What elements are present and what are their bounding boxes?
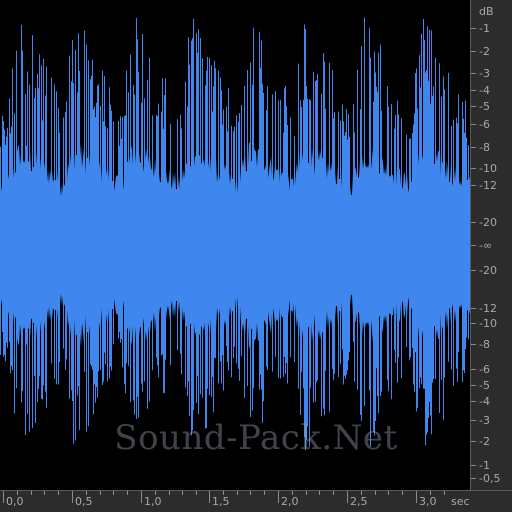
- db-center-label: -∞: [479, 239, 493, 252]
- db-label-bottom-0: -20: [479, 264, 497, 277]
- db-tick-bottom-5: [471, 385, 476, 386]
- time-minor-tick: [58, 491, 59, 495]
- time-tick-2: [141, 491, 142, 503]
- time-minor-tick: [250, 491, 251, 495]
- time-minor-tick: [237, 491, 238, 495]
- time-minor-tick: [169, 491, 170, 495]
- time-label-4: 2,0: [281, 495, 299, 508]
- time-tick-3: [209, 491, 210, 503]
- db-tick-bottom-1: [471, 308, 476, 309]
- time-minor-tick: [182, 491, 183, 495]
- time-minor-tick: [223, 491, 224, 495]
- db-tick-top-1: [471, 51, 476, 52]
- time-tick-4: [278, 491, 279, 503]
- waveform-panel[interactable]: [0, 0, 470, 490]
- time-minor-tick: [444, 491, 445, 495]
- time-minor-tick: [361, 491, 362, 495]
- time-minor-tick: [127, 491, 128, 495]
- time-label-2: 1,0: [144, 495, 162, 508]
- time-unit-label: sec: [451, 495, 470, 508]
- time-minor-tick: [100, 491, 101, 495]
- db-label-top-1: -2: [479, 45, 490, 58]
- db-label-top-2: -3: [479, 67, 490, 80]
- time-tick-6: [416, 491, 417, 503]
- db-label-bottom-7: -3: [479, 414, 490, 427]
- db-tick-top-4: [471, 106, 476, 107]
- db-label-bottom-6: -4: [479, 395, 490, 408]
- db-label-top-5: -6: [479, 118, 490, 131]
- time-minor-tick: [333, 491, 334, 495]
- db-tick-top-8: [471, 185, 476, 186]
- time-minor-tick: [306, 491, 307, 495]
- db-label-top-9: -20: [479, 216, 497, 229]
- db-label-top-0: -1: [479, 22, 490, 35]
- time-label-6: 3,0: [419, 495, 437, 508]
- db-tick-bottom-0: [471, 270, 476, 271]
- time-label-5: 2,5: [350, 495, 368, 508]
- db-tick-top-2: [471, 73, 476, 74]
- db-label-bottom-2: -10: [479, 317, 497, 330]
- time-minor-tick: [319, 491, 320, 495]
- time-label-0: 0,0: [6, 495, 24, 508]
- time-minor-tick: [31, 491, 32, 495]
- db-unit-label: dB: [479, 5, 494, 18]
- waveform: [0, 17, 470, 451]
- time-minor-tick: [44, 491, 45, 495]
- db-tick-bottom-8: [471, 441, 476, 442]
- db-label-bottom-8: -2: [479, 435, 490, 448]
- time-minor-tick: [113, 491, 114, 495]
- db-tick-top-5: [471, 124, 476, 125]
- time-label-3: 1,5: [212, 495, 230, 508]
- db-label-bottom-3: -8: [479, 338, 490, 351]
- db-tick-top-7: [471, 168, 476, 169]
- time-minor-tick: [86, 491, 87, 495]
- db-tick-top-9: [471, 222, 476, 223]
- db-tick-bottom-6: [471, 401, 476, 402]
- db-label-bottom-10: -0,5: [479, 472, 501, 485]
- db-tick-bottom-7: [471, 420, 476, 421]
- db-label-top-6: -8: [479, 141, 490, 154]
- time-minor-tick: [17, 491, 18, 495]
- db-ruler: dB -1 -2 -3 -4 -5 -6 -8 -10 -12 -20 -20 -12 -10 -8 -6…: [470, 0, 512, 490]
- time-tick-5: [347, 491, 348, 503]
- time-minor-tick: [155, 491, 156, 495]
- time-minor-tick: [430, 491, 431, 495]
- db-label-bottom-1: -12: [479, 302, 497, 315]
- time-ruler: 0,0 0,5 1,0 1,5 2,0 2,5 3,0 sec: [0, 490, 512, 512]
- time-minor-tick: [264, 491, 265, 495]
- time-minor-tick: [375, 491, 376, 495]
- db-label-bottom-5: -5: [479, 379, 490, 392]
- db-label-top-7: -10: [479, 162, 497, 175]
- time-tick-0: [3, 491, 4, 503]
- db-center-tick: [471, 245, 476, 246]
- db-tick-top-0: [471, 28, 476, 29]
- db-tick-bottom-3: [471, 344, 476, 345]
- db-label-top-4: -5: [479, 100, 490, 113]
- db-label-bottom-4: -6: [479, 363, 490, 376]
- db-tick-bottom-9: [471, 465, 476, 466]
- db-label-top-3: -4: [479, 84, 490, 97]
- db-tick-top-6: [471, 147, 476, 148]
- db-tick-top-3: [471, 90, 476, 91]
- time-minor-tick: [388, 491, 389, 495]
- time-tick-1: [72, 491, 73, 503]
- time-minor-tick: [402, 491, 403, 495]
- db-label-bottom-9: -1: [479, 459, 490, 472]
- time-minor-tick: [292, 491, 293, 495]
- db-tick-bottom-10: [471, 478, 476, 479]
- db-tick-bottom-2: [471, 323, 476, 324]
- db-tick-bottom-4: [471, 369, 476, 370]
- db-label-top-8: -12: [479, 179, 497, 192]
- time-label-1: 0,5: [75, 495, 93, 508]
- time-minor-tick: [196, 491, 197, 495]
